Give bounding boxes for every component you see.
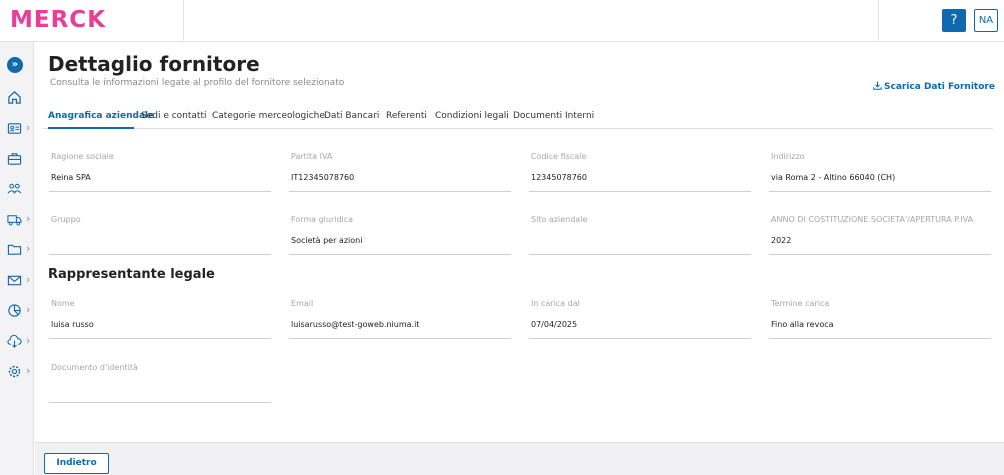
chevron-right-icon: › <box>26 121 31 134</box>
truck-icon <box>7 215 22 226</box>
download-icon <box>873 81 882 90</box>
tab-dati-bancari[interactable]: Dati Bancari <box>324 111 379 121</box>
mail-icon <box>7 275 22 286</box>
field-documento-identita: Documento d'identità <box>49 363 271 403</box>
field-label: Codice fiscale <box>531 152 587 161</box>
tab-categorie-merceologiche[interactable]: Categorie merceologiche <box>212 111 325 121</box>
field-label: Nome <box>51 299 75 308</box>
field-email: Email luisarusso@test-goweb.niuma.it <box>289 299 511 339</box>
field-value: 12345078760 <box>531 173 587 182</box>
main-content: Dettaglio fornitore Consulta le informaz… <box>35 42 1004 442</box>
field-indirizzo: Indirizzo via Roma 2 - Altino 66040 (CH) <box>769 152 991 192</box>
sidebar-item-users[interactable] <box>0 178 34 200</box>
tab-documenti-interni[interactable]: Documenti Interni <box>513 111 594 121</box>
settings-icon <box>8 365 21 378</box>
back-button[interactable]: Indietro <box>44 453 109 474</box>
chevron-right-icon: › <box>26 364 31 377</box>
sidebar: » › › › › › › › <box>0 42 34 475</box>
field-value: Società per azioni <box>291 236 363 245</box>
field-nome: Nome luisa russo <box>49 299 271 339</box>
users-icon <box>7 183 22 194</box>
home-icon <box>8 91 21 104</box>
active-tab-indicator <box>48 127 134 129</box>
id-card-icon <box>7 123 22 134</box>
field-value: IT12345078760 <box>291 173 355 182</box>
field-codice-fiscale: Codice fiscale 12345078760 <box>529 152 751 192</box>
field-label: Gruppo <box>51 215 81 224</box>
field-in-carica-dal: In carica dal 07/04/2025 <box>529 299 751 339</box>
sidebar-item-anagrafica[interactable]: › <box>0 118 34 140</box>
tab-condizioni-legali[interactable]: Condizioni legali <box>435 111 509 121</box>
tab-referenti[interactable]: Referenti <box>386 111 427 121</box>
sidebar-item-download[interactable]: › <box>0 331 34 353</box>
pie-chart-icon <box>8 304 21 317</box>
tab-anagrafica-aziendale[interactable]: Anagrafica aziendale <box>48 111 154 121</box>
field-label: Sito aziendale <box>531 215 588 224</box>
field-anno-costituzione: ANNO DI COSTITUZIONE SOCIETA'/APERTURA P… <box>769 215 991 255</box>
field-value: via Roma 2 - Altino 66040 (CH) <box>771 173 896 182</box>
field-ragione-sociale: Ragione sociale Reina SPA <box>49 152 271 192</box>
sidebar-item-briefcase[interactable] <box>0 148 34 170</box>
field-partita-iva: Partita IVA IT12345078760 <box>289 152 511 192</box>
chevron-right-icon: › <box>26 334 31 347</box>
tab-bar: Anagrafica aziendale Sedi e contatti Cat… <box>43 105 993 129</box>
download-supplier-link[interactable]: Scarica Dati Fornitore <box>873 81 995 92</box>
help-button[interactable]: ? <box>942 9 966 32</box>
field-label: Partita IVA <box>291 152 333 161</box>
page-subtitle: Consulta le informazioni legate al profi… <box>50 78 345 88</box>
field-label: ANNO DI COSTITUZIONE SOCIETA'/APERTURA P… <box>771 215 974 224</box>
section-title-legal-rep: Rappresentante legale <box>48 267 215 282</box>
briefcase-icon <box>7 153 22 165</box>
cloud-download-icon <box>7 334 22 348</box>
sidebar-item-reports[interactable]: › <box>0 300 34 322</box>
sidebar-item-truck[interactable]: › <box>0 209 34 231</box>
download-label: Scarica Dati Fornitore <box>884 82 995 92</box>
chevron-right-icon: › <box>26 303 31 316</box>
field-value: luisa russo <box>51 320 94 329</box>
sidebar-item-settings[interactable]: › <box>0 361 34 383</box>
chevron-right-icon: › <box>26 212 31 225</box>
merck-logo[interactable]: MERCK <box>10 7 106 33</box>
divider <box>878 0 879 42</box>
footer-bar: Indietro <box>35 442 1004 475</box>
field-value: 2022 <box>771 236 792 245</box>
field-label: Termine carica <box>771 299 830 308</box>
chevron-right-icon: › <box>26 242 31 255</box>
field-value: Fino alla revoca <box>771 320 834 329</box>
sidebar-item-home[interactable] <box>0 87 34 109</box>
sidebar-item-mail[interactable]: › <box>0 270 34 292</box>
folder-icon <box>7 244 22 255</box>
tab-sedi-contatti[interactable]: Sedi e contatti <box>141 111 206 121</box>
field-sito-aziendale: Sito aziendale <box>529 215 751 255</box>
field-termine-carica: Termine carica Fino alla revoca <box>769 299 991 339</box>
user-avatar-button[interactable]: NA <box>974 9 998 32</box>
field-label: Forma giuridica <box>291 215 354 224</box>
field-label: In carica dal <box>531 299 580 308</box>
field-value: 07/04/2025 <box>531 320 578 329</box>
page-title: Dettaglio fornitore <box>48 52 260 76</box>
field-label: Ragione sociale <box>51 152 114 161</box>
top-bar: MERCK ? NA <box>0 0 1004 42</box>
divider <box>183 0 184 42</box>
sidebar-item-folder[interactable]: › <box>0 239 34 261</box>
field-label: Indirizzo <box>771 152 805 161</box>
field-label: Documento d'identità <box>51 363 138 372</box>
field-value: Reina SPA <box>51 173 91 182</box>
chevron-right-icon: › <box>26 273 31 286</box>
expand-icon[interactable]: » <box>7 57 23 73</box>
sidebar-expand[interactable]: » <box>0 54 34 76</box>
field-forma-giuridica: Forma giuridica Società per azioni <box>289 215 511 255</box>
field-value: luisarusso@test-goweb.niuma.it <box>291 320 420 329</box>
field-label: Email <box>291 299 314 308</box>
field-gruppo: Gruppo <box>49 215 271 255</box>
